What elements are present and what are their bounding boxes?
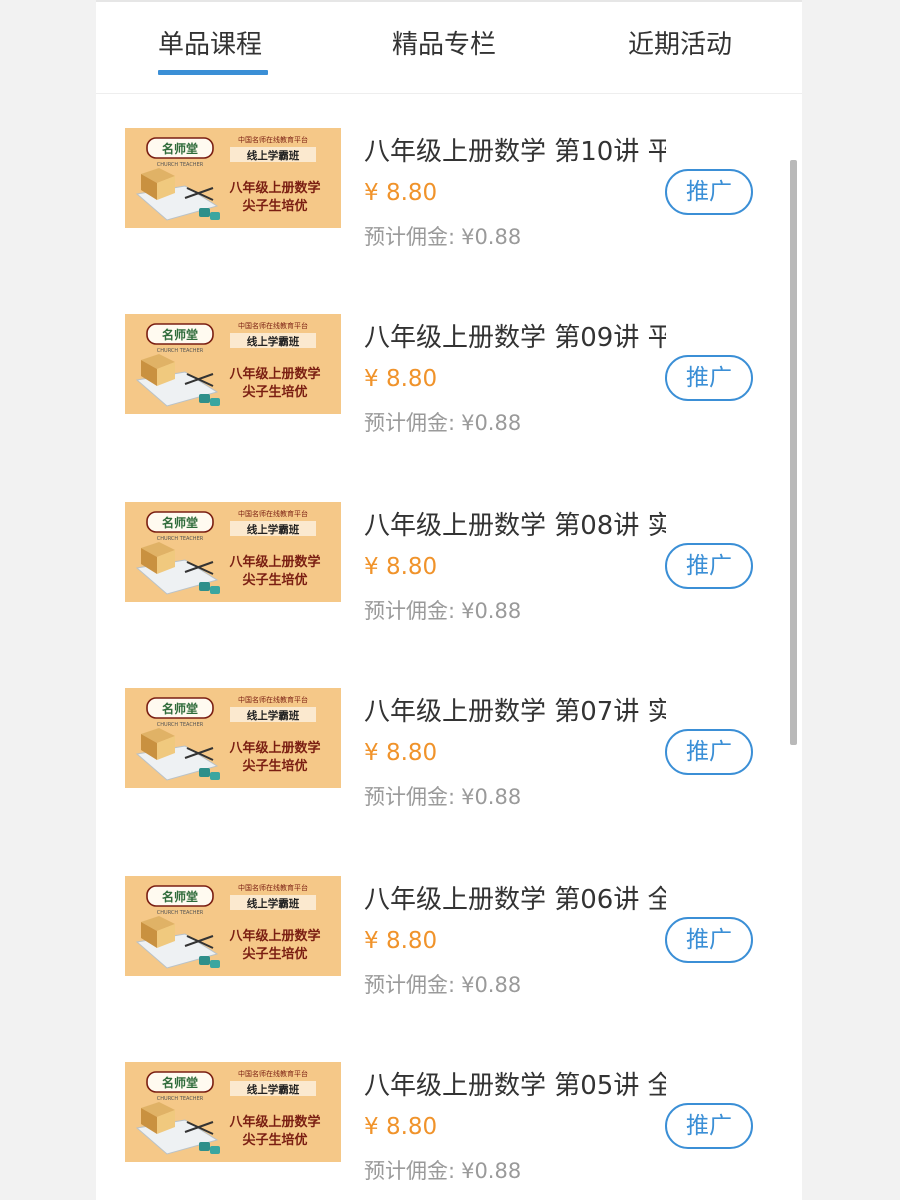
svg-text:中国名师在线教育平台: 中国名师在线教育平台 (238, 509, 308, 518)
svg-text:线上学霸班: 线上学霸班 (247, 1083, 300, 1096)
svg-text:中国名师在线教育平台: 中国名师在线教育平台 (238, 135, 308, 144)
estimated-commission: 预计佣金: ¥0.88 (364, 1155, 521, 1185)
page: 单品课程 精品专栏 近期活动 名师堂 CHURCH TEACHER 中国名师在线… (96, 0, 802, 1200)
thumbnail-graphic: 名师堂 CHURCH TEACHER 中国名师在线教育平台 线上学霸班 八年级上… (125, 314, 341, 414)
tab-bar: 单品课程 精品专栏 近期活动 (96, 2, 802, 94)
commission-value: ¥0.88 (461, 1159, 522, 1183)
estimated-commission: 预计佣金: ¥0.88 (364, 221, 521, 251)
course-item[interactable]: 名师堂 CHURCH TEACHER 中国名师在线教育平台 线上学霸班 八年级上… (96, 655, 802, 843)
commission-value: ¥0.88 (461, 973, 522, 997)
commission-label: 预计佣金: (364, 225, 456, 249)
svg-text:八年级上册数学: 八年级上册数学 (228, 1114, 320, 1130)
commission-value: ¥0.88 (461, 599, 522, 623)
course-price: ¥ 8.80 (364, 180, 438, 206)
commission-value: ¥0.88 (461, 225, 522, 249)
svg-text:八年级上册数学: 八年级上册数学 (228, 554, 320, 570)
course-title[interactable]: 八年级上册数学 第07讲 实 (364, 691, 666, 728)
course-thumbnail[interactable]: 名师堂 CHURCH TEACHER 中国名师在线教育平台 线上学霸班 八年级上… (125, 688, 341, 788)
svg-text:尖子生培优: 尖子生培优 (242, 1132, 307, 1148)
svg-text:中国名师在线教育平台: 中国名师在线教育平台 (238, 883, 308, 892)
svg-text:中国名师在线教育平台: 中国名师在线教育平台 (238, 1069, 308, 1078)
active-tab-indicator (158, 70, 268, 75)
course-title[interactable]: 八年级上册数学 第09讲 平 (364, 317, 666, 354)
course-title[interactable]: 八年级上册数学 第08讲 实 (364, 505, 666, 542)
course-title[interactable]: 八年级上册数学 第06讲 全 (364, 879, 666, 916)
course-price: ¥ 8.80 (364, 740, 438, 766)
thumbnail-graphic: 名师堂 CHURCH TEACHER 中国名师在线教育平台 线上学霸班 八年级上… (125, 502, 341, 602)
svg-text:名师堂: 名师堂 (162, 515, 198, 530)
svg-text:尖子生培优: 尖子生培优 (242, 384, 307, 400)
thumbnail-graphic: 名师堂 CHURCH TEACHER 中国名师在线教育平台 线上学霸班 八年级上… (125, 876, 341, 976)
tab-recent-events[interactable]: 近期活动 (628, 24, 732, 61)
estimated-commission: 预计佣金: ¥0.88 (364, 407, 521, 437)
svg-text:名师堂: 名师堂 (162, 701, 198, 716)
course-price: ¥ 8.80 (364, 1114, 438, 1140)
thumbnail-graphic: 名师堂 CHURCH TEACHER 中国名师在线教育平台 线上学霸班 八年级上… (125, 688, 341, 788)
svg-text:八年级上册数学: 八年级上册数学 (228, 180, 320, 196)
tab-single-courses[interactable]: 单品课程 (158, 24, 262, 61)
estimated-commission: 预计佣金: ¥0.88 (364, 595, 521, 625)
svg-text:线上学霸班: 线上学霸班 (247, 897, 300, 910)
svg-text:线上学霸班: 线上学霸班 (247, 149, 300, 162)
svg-text:CHURCH TEACHER: CHURCH TEACHER (157, 910, 204, 916)
commission-label: 预计佣金: (364, 785, 456, 809)
promote-button[interactable]: 推广 (665, 729, 753, 775)
course-thumbnail[interactable]: 名师堂 CHURCH TEACHER 中国名师在线教育平台 线上学霸班 八年级上… (125, 314, 341, 414)
svg-text:名师堂: 名师堂 (162, 141, 198, 156)
svg-text:线上学霸班: 线上学霸班 (247, 335, 300, 348)
course-item[interactable]: 名师堂 CHURCH TEACHER 中国名师在线教育平台 线上学霸班 八年级上… (96, 843, 802, 1031)
estimated-commission: 预计佣金: ¥0.88 (364, 781, 521, 811)
promote-button[interactable]: 推广 (665, 543, 753, 589)
thumbnail-graphic: 名师堂 CHURCH TEACHER 中国名师在线教育平台 线上学霸班 八年级上… (125, 1062, 341, 1162)
svg-text:CHURCH TEACHER: CHURCH TEACHER (157, 162, 204, 168)
scrollbar[interactable] (790, 160, 797, 745)
svg-text:CHURCH TEACHER: CHURCH TEACHER (157, 348, 204, 354)
estimated-commission: 预计佣金: ¥0.88 (364, 969, 521, 999)
svg-text:中国名师在线教育平台: 中国名师在线教育平台 (238, 695, 308, 704)
course-list[interactable]: 名师堂 CHURCH TEACHER 中国名师在线教育平台 线上学霸班 八年级上… (96, 95, 802, 1200)
svg-text:中国名师在线教育平台: 中国名师在线教育平台 (238, 321, 308, 330)
commission-label: 预计佣金: (364, 599, 456, 623)
course-item[interactable]: 名师堂 CHURCH TEACHER 中国名师在线教育平台 线上学霸班 八年级上… (96, 95, 802, 283)
svg-text:线上学霸班: 线上学霸班 (247, 709, 300, 722)
svg-text:线上学霸班: 线上学霸班 (247, 523, 300, 536)
course-thumbnail[interactable]: 名师堂 CHURCH TEACHER 中国名师在线教育平台 线上学霸班 八年级上… (125, 1062, 341, 1162)
svg-text:CHURCH TEACHER: CHURCH TEACHER (157, 722, 204, 728)
course-price: ¥ 8.80 (364, 554, 438, 580)
svg-text:八年级上册数学: 八年级上册数学 (228, 740, 320, 756)
commission-value: ¥0.88 (461, 411, 522, 435)
course-title[interactable]: 八年级上册数学 第10讲 平 (364, 131, 666, 168)
svg-text:八年级上册数学: 八年级上册数学 (228, 928, 320, 944)
svg-text:CHURCH TEACHER: CHURCH TEACHER (157, 1096, 204, 1102)
commission-label: 预计佣金: (364, 1159, 456, 1183)
svg-text:名师堂: 名师堂 (162, 1075, 198, 1090)
commission-value: ¥0.88 (461, 785, 522, 809)
course-thumbnail[interactable]: 名师堂 CHURCH TEACHER 中国名师在线教育平台 线上学霸班 八年级上… (125, 128, 341, 228)
course-price: ¥ 8.80 (364, 366, 438, 392)
thumbnail-graphic: 名师堂 CHURCH TEACHER 中国名师在线教育平台 线上学霸班 八年级上… (125, 128, 341, 228)
svg-text:尖子生培优: 尖子生培优 (242, 572, 307, 588)
svg-text:八年级上册数学: 八年级上册数学 (228, 366, 320, 382)
course-item[interactable]: 名师堂 CHURCH TEACHER 中国名师在线教育平台 线上学霸班 八年级上… (96, 469, 802, 657)
tab-premium-columns[interactable]: 精品专栏 (392, 24, 496, 61)
commission-label: 预计佣金: (364, 411, 456, 435)
course-thumbnail[interactable]: 名师堂 CHURCH TEACHER 中国名师在线教育平台 线上学霸班 八年级上… (125, 502, 341, 602)
course-item[interactable]: 名师堂 CHURCH TEACHER 中国名师在线教育平台 线上学霸班 八年级上… (96, 1029, 802, 1200)
svg-text:CHURCH TEACHER: CHURCH TEACHER (157, 536, 204, 542)
course-price: ¥ 8.80 (364, 928, 438, 954)
course-thumbnail[interactable]: 名师堂 CHURCH TEACHER 中国名师在线教育平台 线上学霸班 八年级上… (125, 876, 341, 976)
promote-button[interactable]: 推广 (665, 1103, 753, 1149)
svg-text:尖子生培优: 尖子生培优 (242, 758, 307, 774)
course-item[interactable]: 名师堂 CHURCH TEACHER 中国名师在线教育平台 线上学霸班 八年级上… (96, 281, 802, 469)
promote-button[interactable]: 推广 (665, 355, 753, 401)
promote-button[interactable]: 推广 (665, 917, 753, 963)
svg-text:名师堂: 名师堂 (162, 327, 198, 342)
course-title[interactable]: 八年级上册数学 第05讲 全 (364, 1065, 666, 1102)
svg-text:尖子生培优: 尖子生培优 (242, 946, 307, 962)
svg-text:名师堂: 名师堂 (162, 889, 198, 904)
promote-button[interactable]: 推广 (665, 169, 753, 215)
svg-text:尖子生培优: 尖子生培优 (242, 198, 307, 214)
commission-label: 预计佣金: (364, 973, 456, 997)
